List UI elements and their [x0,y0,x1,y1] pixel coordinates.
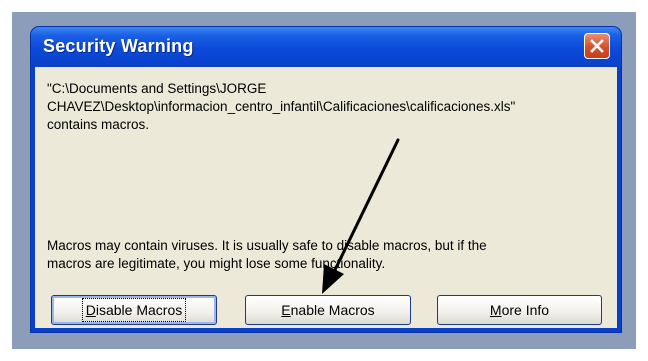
close-button[interactable] [584,33,610,59]
security-warning-dialog: Security Warning "C:\Documents and Setti… [31,27,621,332]
label-rest: nable Macros [290,302,375,318]
message-line: macros are legitimate, you might lose so… [47,256,386,271]
dialog-body: "C:\Documents and Settings\JORGE CHAVEZ\… [35,67,617,328]
access-key: E [281,302,291,318]
label-rest: ore Info [501,302,550,318]
label-rest: isable Macros [95,302,183,318]
message-line: Macros may contain viruses. It is usuall… [47,238,487,253]
close-icon [590,39,604,53]
button-label: More Info [488,300,551,320]
message-line: CHAVEZ\Desktop\informacion_centro_infant… [47,99,516,114]
access-key: D [85,302,96,318]
file-path-message: "C:\Documents and Settings\JORGE CHAVEZ\… [47,80,515,134]
access-key: M [489,302,502,318]
button-label: Disable Macros [81,298,187,322]
message-line: "C:\Documents and Settings\JORGE [47,81,267,96]
dialog-title: Security Warning [43,36,194,56]
title-bar[interactable]: Security Warning [31,27,621,67]
disable-macros-button[interactable]: Disable Macros [51,295,217,325]
macro-warning-message: Macros may contain viruses. It is usuall… [47,237,487,273]
enable-macros-button[interactable]: Enable Macros [245,295,411,325]
more-info-button[interactable]: More Info [437,295,602,325]
button-label: Enable Macros [279,300,376,320]
message-line: contains macros. [47,117,150,132]
